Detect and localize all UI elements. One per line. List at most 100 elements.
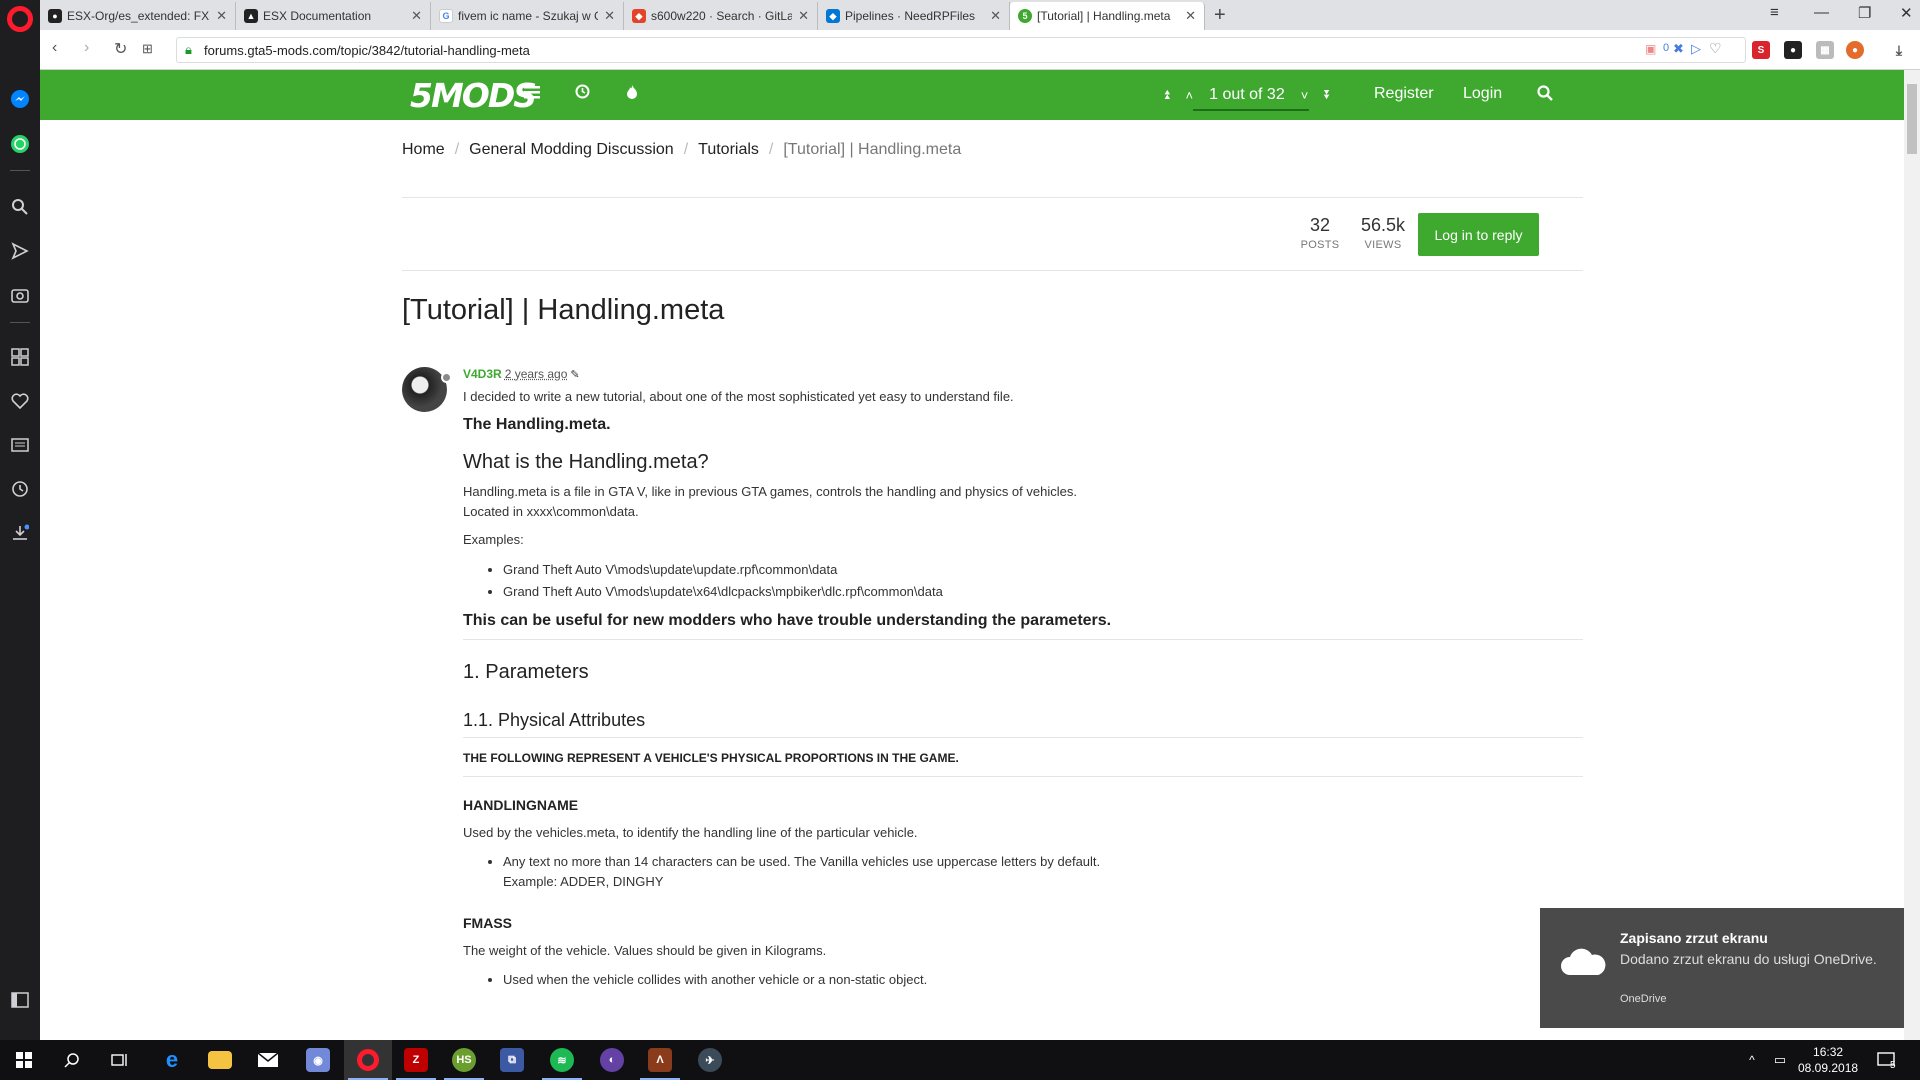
close-tab-icon[interactable]: ✕ [990,8,1001,24]
author-avatar[interactable] [402,367,447,412]
minimize-icon[interactable]: — [1814,4,1829,21]
history-clock-icon[interactable] [8,477,32,501]
param-title: HANDLINGNAME [463,797,579,813]
send-icon[interactable]: ▷ [1691,41,1701,57]
browser-tab[interactable]: ▲ ESX Documentation ✕ [236,2,431,30]
game-launcher-icon[interactable]: ◐ [588,1040,636,1080]
close-tab-icon[interactable]: ✕ [798,8,809,24]
close-tab-icon[interactable]: ✕ [216,8,227,24]
sidebar-toggle-icon[interactable] [8,988,32,1012]
list-item: Any text no more than 14 characters can … [503,852,1583,892]
mail-icon[interactable] [244,1040,292,1080]
breadcrumb-category[interactable]: General Modding Discussion [469,141,674,158]
url-text: forums.gta5-mods.com/topic/3842/tutorial… [204,43,530,58]
vpn-icon[interactable]: ✖ [1673,41,1684,57]
downloads-icon[interactable] [8,521,32,545]
next-post-icon[interactable]: ˅ [1301,88,1309,103]
breadcrumb-home[interactable]: Home [402,141,445,158]
paragraph: Located in xxxx\common\data. [463,504,639,520]
tab-grid-icon[interactable]: ⊞ [142,41,153,57]
back-icon[interactable]: ‹ [52,39,57,57]
opera-sidebar [0,0,40,1040]
edge-icon[interactable]: e [148,1040,196,1080]
post-time[interactable]: 2 years ago [505,367,568,381]
discord-icon[interactable]: ◉ [294,1040,342,1080]
edit-icon: ✎ [570,369,580,381]
close-tab-icon[interactable]: ✕ [1185,8,1196,24]
extension-grey-icon[interactable]: ▦ [1816,41,1834,59]
speed-dial-icon[interactable] [8,345,32,369]
close-tab-icon[interactable]: ✕ [411,8,422,24]
browser-tab-active[interactable]: 5 [Tutorial] | Handling.meta ✕ [1010,2,1205,30]
forward-icon[interactable]: › [84,39,89,57]
system-clock[interactable]: 16:32 08.09.2018 [1798,1044,1858,1076]
reload-icon[interactable]: ↻ [114,39,127,59]
notification-source: OneDrive [1620,993,1667,1005]
site-logo[interactable]: 5MODS [410,76,537,115]
pager-position[interactable]: 1 out of 32 [1209,86,1285,104]
list-item: Used when the vehicle collides with anot… [503,970,1583,990]
recent-clock-icon[interactable] [575,84,590,104]
network-tool-icon[interactable]: ⧉ [488,1040,536,1080]
close-tab-icon[interactable]: ✕ [604,8,615,24]
previous-post-icon[interactable]: ˄ [1186,88,1194,103]
register-link[interactable]: Register [1374,85,1434,103]
browser-tab[interactable]: ◆ s600w220 · Search · GitLab ✕ [624,2,818,30]
filezilla-icon[interactable]: Z [392,1040,440,1080]
restore-icon[interactable]: ❐ [1858,4,1871,22]
close-window-icon[interactable]: ✕ [1900,4,1913,22]
file-explorer-icon[interactable] [196,1040,244,1080]
author-name[interactable]: V4D3R [463,367,502,381]
heidisql-icon[interactable]: HS [440,1040,488,1080]
send-flow-icon[interactable] [8,239,32,263]
extension-s-icon[interactable]: S [1752,41,1770,59]
ext-badge: 0 [1663,42,1670,54]
google-icon: G [439,9,453,23]
browser-tab[interactable]: G fivem ic name - Szukaj w G ✕ [431,2,624,30]
tab-menu-icon[interactable]: ≡ [1770,4,1779,21]
breadcrumb-subcategory[interactable]: Tutorials [698,141,759,158]
section-heading: 1. Parameters [463,661,589,683]
network-icon[interactable]: ▭ [1768,1040,1792,1080]
task-view-icon[interactable] [96,1040,144,1080]
extension-orange-icon[interactable]: ● [1846,41,1864,59]
login-link[interactable]: Login [1463,85,1502,103]
views-stat: 56.5k VIEWS [1360,215,1406,251]
tray-expand-icon[interactable]: ^ [1740,1040,1764,1080]
opera-logo-icon[interactable] [7,6,33,32]
spotify-icon[interactable]: ≋ [538,1040,586,1080]
whatsapp-icon[interactable] [8,132,32,156]
divider [402,270,1583,271]
start-windows-icon[interactable] [0,1040,48,1080]
section-heading: 1.1. Physical Attributes [463,710,646,730]
search-icon[interactable] [48,1040,96,1080]
search-icon[interactable] [8,195,32,219]
browser-tab[interactable]: ● ESX-Org/es_extended: FXS ✕ [40,2,236,30]
news-icon[interactable] [8,433,32,457]
first-post-icon[interactable]: ⏫︎ [1163,87,1170,103]
bookmark-heart-icon[interactable]: ♡ [1709,40,1722,57]
messenger-icon[interactable] [8,87,32,111]
address-bar: ‹ › ↻ ⊞ 🔒︎ forums.gta5-mods.com/topic/38… [40,30,1920,70]
scrollbar-thumb[interactable] [1907,84,1917,154]
downloads-toolbar-icon[interactable]: ⤓ [1890,41,1908,59]
opera-icon[interactable] [344,1040,392,1080]
new-tab-icon[interactable]: + [1214,4,1226,27]
url-field[interactable]: 🔒︎ forums.gta5-mods.com/topic/3842/tutor… [176,37,1746,63]
divider [402,197,1583,198]
fivem-icon[interactable]: ✈ [686,1040,734,1080]
snapshot-camera-icon[interactable] [8,283,32,307]
page-scrollbar[interactable] [1904,70,1920,1040]
last-post-icon[interactable]: ⏬︎ [1324,87,1331,103]
log-in-to-reply-button[interactable]: Log in to reply [1418,213,1539,256]
search-icon[interactable] [1537,85,1553,106]
popular-fire-icon[interactable] [625,84,639,105]
bookmarks-heart-icon[interactable] [8,389,32,413]
github-extension-icon[interactable]: ● [1784,41,1802,59]
extension-icon[interactable]: ▣ [1645,42,1656,56]
gta-v-icon[interactable]: Λ [636,1040,684,1080]
categories-list-icon[interactable] [524,84,540,104]
browser-tab[interactable]: ◆ Pipelines · NeedRPFiles ✕ [818,2,1010,30]
action-center-icon[interactable]: 5 [1866,1040,1906,1080]
onedrive-notification[interactable]: Zapisano zrzut ekranu Dodano zrzut ekran… [1540,908,1904,1028]
